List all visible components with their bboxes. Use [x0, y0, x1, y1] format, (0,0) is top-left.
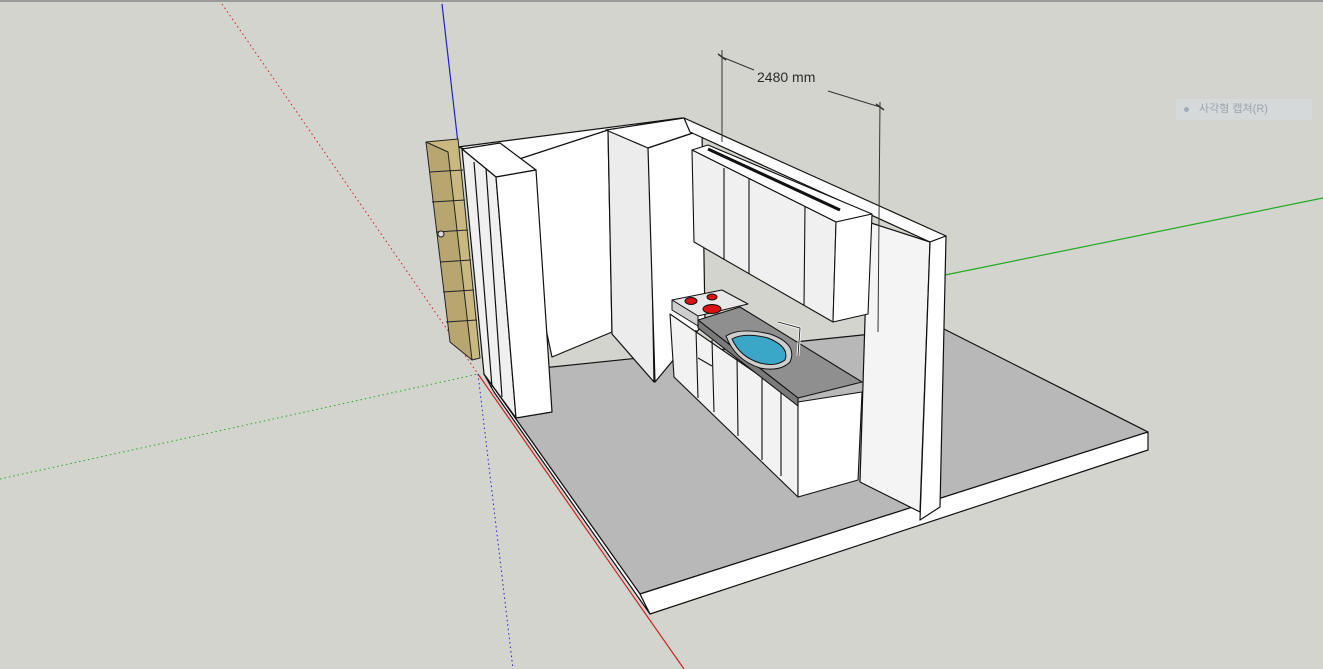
blue-axis-negative [477, 373, 514, 669]
green-axis-negative [0, 373, 479, 480]
capture-hint-overlay[interactable]: 사각형 캡쳐(R) [1176, 99, 1312, 120]
capture-hint-label: 사각형 캡쳐(R) [1199, 103, 1268, 115]
burner-icon [706, 293, 718, 301]
green-axis-positive [944, 197, 1323, 276]
model-viewport[interactable]: 2480 mm 사각형 캡쳐(R) [0, 0, 1323, 669]
dimension-label[interactable]: 2480 mm [757, 69, 815, 85]
burner-icon [702, 304, 722, 314]
kitchen-3d-model[interactable] [0, 2, 1323, 669]
blue-axis-positive [441, 3, 460, 153]
burner-icon [684, 297, 698, 305]
record-dot-icon [1184, 107, 1189, 112]
